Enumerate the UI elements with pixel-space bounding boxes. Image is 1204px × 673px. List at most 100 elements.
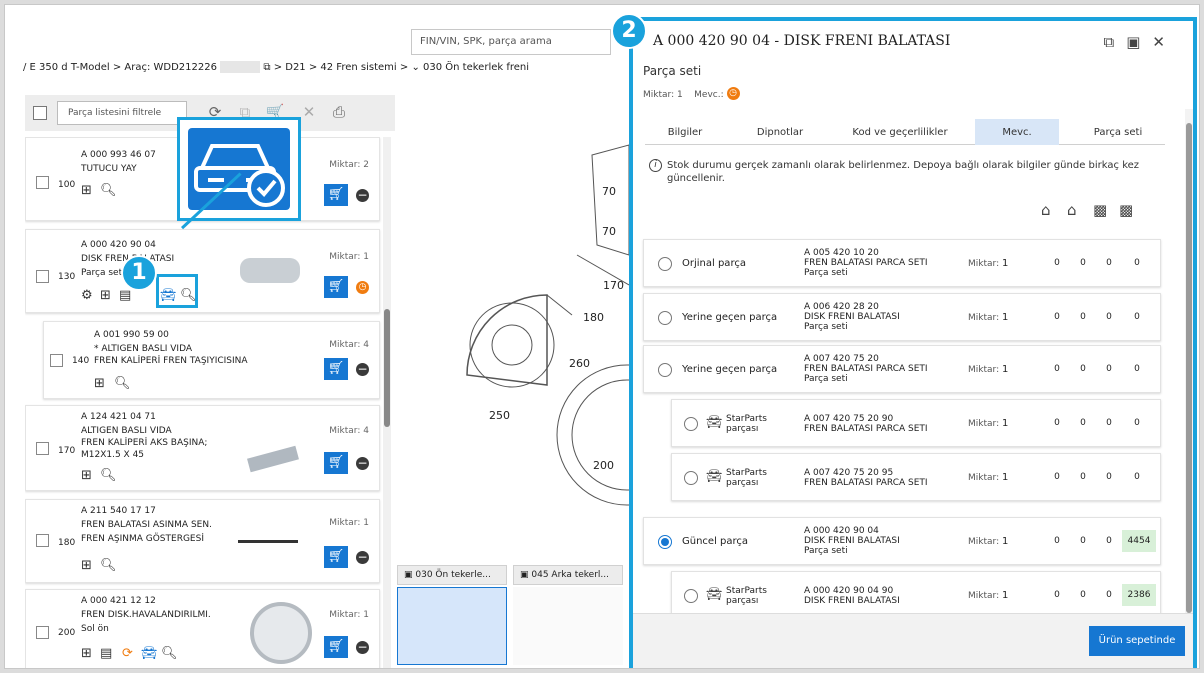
diagram-label[interactable]: 70: [602, 225, 616, 238]
part-number[interactable]: A 211 540 17 17: [81, 506, 156, 516]
table-icon[interactable]: ⊞: [81, 558, 92, 573]
table-icon[interactable]: ⊞: [81, 646, 92, 661]
exploded-diagram[interactable]: 70 70 170 180 260 250 200: [397, 135, 629, 555]
row-label: Orjinal parça: [682, 258, 746, 269]
part-radio[interactable]: [684, 589, 698, 603]
add-to-cart-button[interactable]: 🛒︎: [324, 546, 348, 568]
diagram-label[interactable]: 170: [603, 279, 624, 292]
table-icon[interactable]: ⊞: [81, 468, 92, 483]
add-to-cart-button[interactable]: 🛒︎: [324, 452, 348, 474]
table-row[interactable]: 🚘︎ StarParts parçası A 007 420 75 20 95 FR…: [671, 453, 1161, 501]
part-radio[interactable]: [684, 417, 698, 431]
parts-list-scrollbar[interactable]: [383, 137, 391, 668]
panel-scrollbar[interactable]: [1185, 109, 1193, 619]
add-to-cart-button[interactable]: 🛒︎: [324, 276, 348, 298]
part-desc-2: FREN AŞINMA GÖSTERGESİ: [81, 534, 204, 544]
copy-icon[interactable]: ⧉: [1104, 33, 1127, 51]
table-row[interactable]: 🚘︎ StarParts parçası A 007 420 75 20 90 FR…: [671, 399, 1161, 447]
diagram-label[interactable]: 260: [569, 357, 590, 370]
brake-disc-image: [250, 602, 312, 664]
in-basket-button[interactable]: Ürün sepetinde: [1089, 626, 1185, 656]
diagram-label[interactable]: 180: [583, 311, 604, 324]
table-row[interactable]: 🚘︎ StarParts parçası A 000 420 90 04 90 DI…: [671, 571, 1161, 619]
tab-availability[interactable]: Mevc.: [975, 119, 1059, 145]
tab-codes[interactable]: Kod ve geçerlilikler: [835, 119, 965, 145]
thumbnail-tab[interactable]: ▣ 030 Ön tekerle...: [397, 565, 507, 585]
car-check-icon: 🚘︎: [706, 587, 723, 602]
refresh-icon[interactable]: ⟳: [122, 646, 133, 661]
highlight-box: [156, 274, 198, 308]
part-checkbox[interactable]: [36, 534, 49, 547]
part-number[interactable]: A 000 420 90 04: [81, 240, 156, 250]
search-input[interactable]: FIN/VIN, SPK, parça arama: [411, 29, 611, 55]
zoom-icon[interactable]: 🔍︎: [100, 468, 117, 483]
diagram-label[interactable]: 250: [489, 409, 510, 422]
table-row[interactable]: Güncel parça A 000 420 90 04 DISK FRENI B…: [643, 517, 1161, 565]
document-icon[interactable]: ▤: [100, 646, 112, 661]
quantity-label: Miktar: 2: [329, 160, 369, 170]
external-link-icon[interactable]: ⧉: [263, 62, 270, 73]
table-row[interactable]: Yerine geçen parça A 007 420 75 20 FREN B…: [643, 345, 1161, 393]
part-number[interactable]: A 000 421 12 12: [81, 596, 156, 606]
thumbnail-045[interactable]: ▣ 045 Arka tekerl...: [513, 565, 623, 665]
tab-parts-set[interactable]: Parça seti: [1073, 119, 1163, 145]
thumbnail-image[interactable]: [397, 587, 507, 665]
part-checkbox[interactable]: [36, 176, 49, 189]
car-check-icon: 🚘︎: [706, 469, 723, 484]
thumbnail-image[interactable]: [513, 587, 623, 665]
tools-icon[interactable]: ✕: [299, 103, 319, 121]
part-checkbox[interactable]: [36, 442, 49, 455]
table-row[interactable]: Orjinal parça A 005 420 10 20 FREN BALATA…: [643, 239, 1161, 287]
table-icon[interactable]: ⊞: [81, 183, 92, 198]
add-to-cart-button[interactable]: 🛒︎: [324, 358, 348, 380]
panel-footer: Ürün sepetinde: [633, 613, 1193, 668]
pdf-icon[interactable]: ⎙: [329, 103, 349, 121]
zoom-icon[interactable]: 🔍︎: [114, 376, 131, 391]
zoom-icon[interactable]: 🔍︎: [100, 558, 117, 573]
part-radio[interactable]: [658, 257, 672, 271]
part-checkbox[interactable]: [36, 626, 49, 639]
document-icon[interactable]: ▤: [119, 288, 131, 303]
thumbnail-030[interactable]: ▣ 030 Ön tekerle...: [397, 565, 507, 665]
parts-filter-input[interactable]: Parça listesini filtrele: [57, 101, 187, 125]
part-number[interactable]: A 000 993 46 07: [81, 150, 156, 160]
stock-value: 0: [1106, 418, 1112, 428]
list-item: 170 A 124 421 04 71 ALTIGEN BASLI VIDA F…: [25, 405, 380, 491]
panel-title: A 000 420 90 04 - DISK FRENI BALATASI: [653, 33, 951, 49]
table-icon[interactable]: ⊞: [100, 288, 111, 303]
part-number[interactable]: A 001 990 59 00: [94, 330, 169, 340]
unavailable-icon: −: [356, 550, 369, 564]
part-number[interactable]: A 124 421 04 71: [81, 412, 156, 422]
availability-rows: Orjinal parça A 005 420 10 20 FREN BALATA…: [643, 239, 1171, 629]
thumbnail-tab[interactable]: ▣ 045 Arka tekerl...: [513, 565, 623, 585]
select-all-checkbox[interactable]: [33, 106, 47, 120]
image-icon[interactable]: ▣: [1126, 33, 1152, 51]
breadcrumb-group[interactable]: > D21 > 42 Fren sistemi >: [274, 62, 409, 73]
chevron-down-icon[interactable]: ⌄: [411, 62, 419, 73]
part-radio[interactable]: [658, 363, 672, 377]
part-detail-panel: A 000 420 90 04 - DISK FRENI BALATASI ⧉▣…: [629, 17, 1197, 668]
part-radio-selected[interactable]: [658, 535, 672, 549]
zoom-icon[interactable]: 🔍︎: [161, 646, 178, 661]
add-to-cart-button[interactable]: 🛒︎: [324, 184, 348, 206]
part-radio[interactable]: [658, 311, 672, 325]
breadcrumb-vehicle[interactable]: / E 350 d T-Model > Araç: WDD212226: [23, 62, 217, 73]
diagram-label[interactable]: 200: [593, 459, 614, 472]
diagram-label[interactable]: 70: [602, 185, 616, 198]
zoom-icon[interactable]: 🔍︎: [100, 183, 117, 198]
part-checkbox[interactable]: [36, 270, 49, 283]
part-checkbox[interactable]: [50, 354, 63, 367]
add-to-cart-button[interactable]: 🛒︎: [324, 636, 348, 658]
close-icon[interactable]: ✕: [1152, 33, 1177, 51]
tab-info[interactable]: Bilgiler: [645, 119, 725, 145]
part-desc-3: M12X1.5 X 45: [81, 450, 145, 460]
stock-value: 0: [1106, 472, 1112, 482]
parts-set-icon[interactable]: ⚙: [81, 288, 93, 303]
tab-footnotes[interactable]: Dipnotlar: [740, 119, 820, 145]
table-icon[interactable]: ⊞: [94, 376, 105, 391]
part-radio[interactable]: [684, 471, 698, 485]
part-desc-2: FREN KALİPERİ FREN TAŞIYICISINA: [94, 356, 248, 366]
stock-value-available: 2386: [1122, 584, 1156, 606]
car-check-icon[interactable]: 🚘︎: [141, 646, 158, 661]
table-row[interactable]: Yerine geçen parça A 006 420 28 20 DISK F…: [643, 293, 1161, 341]
